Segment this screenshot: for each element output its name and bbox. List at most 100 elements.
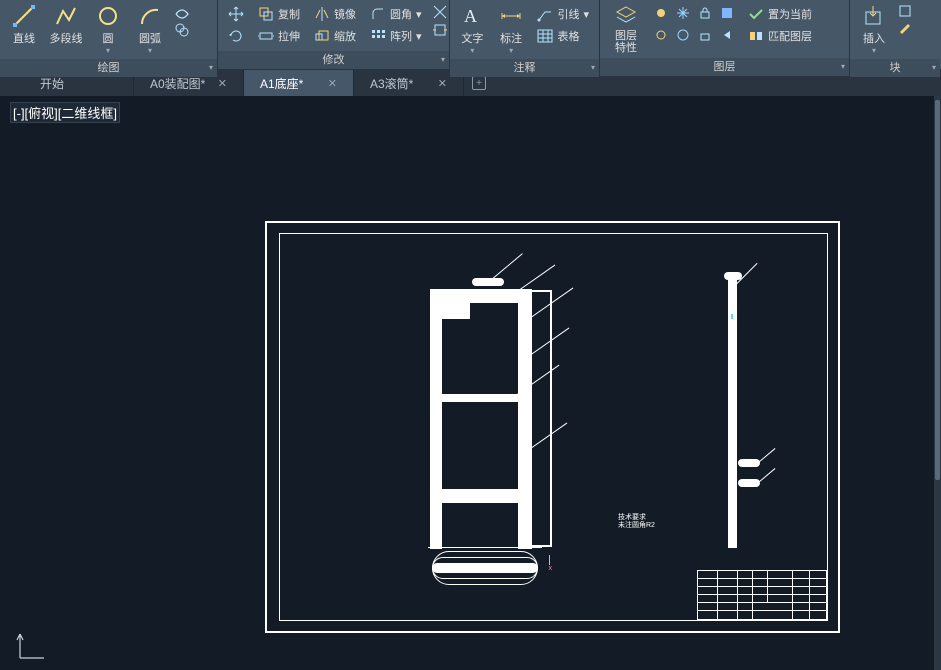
matchlayer-button[interactable]: 匹配图层 [744,26,816,46]
arc-button[interactable]: 圆弧 ▾ [130,2,170,57]
tab-a3[interactable]: A3滚筒*✕ [354,70,464,96]
mirror-icon [314,6,330,22]
circle-icon [96,4,120,28]
insert-block-icon [862,4,886,28]
ribbon-panel-block: 插入 ▾ 块 [850,0,940,69]
line-label: 直线 [13,30,35,46]
matchlayer-icon [748,28,764,44]
text-button[interactable]: A 文字 ▾ [454,2,491,57]
side-elevation [710,264,760,554]
layer-freeze-icon[interactable] [674,4,692,22]
copy-icon [258,6,274,22]
plus-icon: + [472,76,486,90]
hatch-icon[interactable] [174,22,190,38]
mirror-label: 镜像 [334,6,356,22]
copy-button[interactable]: 复制 [254,4,304,24]
ribbon-panel-draw: 直线 多段线 圆 ▾ 圆弧 ▾ 绘图 [0,0,218,69]
scale-button[interactable]: 缩放 [310,26,360,46]
setcurrent-icon [748,6,764,22]
dim-button[interactable]: 标注 ▾ [493,2,530,57]
array-button[interactable]: 阵列 ▾ [366,26,426,46]
fillet-button[interactable]: 圆角 ▾ [366,4,426,24]
layer-props-button[interactable]: 图层 特性 [604,2,648,56]
arc-icon [138,4,162,28]
drawing-canvas[interactable]: [-][俯视][二维线框] [0,96,934,670]
tab-a1[interactable]: A1底座* ✕ [244,70,354,96]
ucs-icon [12,626,52,666]
drawing-sheet: x 技术要求 未注圆角R2 [265,221,840,633]
close-icon[interactable]: ✕ [218,77,227,90]
rotate-button[interactable] [224,26,248,46]
drawing-inner-border: x 技术要求 未注圆角R2 [279,233,828,621]
tab-label: A1底座* [260,75,303,92]
tech-req-line: 未注圆角R2 [618,522,655,530]
panel-title-draw: 绘图 [0,59,217,77]
layer-off-icon[interactable] [652,4,670,22]
matchlayer-label: 匹配图层 [768,28,812,44]
line-button[interactable]: 直线 [4,2,44,48]
leader-button[interactable]: 引线 ▾ [533,4,593,24]
block-create-icon[interactable] [898,4,912,18]
close-icon[interactable]: ✕ [438,77,447,90]
plan-view: x [430,547,540,592]
array-icon [370,28,386,44]
dimension-icon [499,4,523,28]
tech-requirements: 技术要求 未注圆角R2 [618,514,655,531]
mirror-button[interactable]: 镜像 [310,4,360,24]
ribbon-panel-modify: 复制 拉伸 镜像 缩放 圆角 ▾ 阵列 ▾ 修改 [218,0,450,69]
ribbon-panel-layer: 图层 特性 置为当前 匹配图层 图层 [600,0,850,69]
move-button[interactable] [224,4,248,24]
dropdown-icon: ▾ [470,46,474,55]
panel-title-layer: 图层 [600,58,849,76]
close-icon[interactable]: ✕ [328,77,337,90]
dropdown-icon: ▾ [106,46,110,55]
ribbon-panel-annotate: A 文字 ▾ 标注 ▾ 引线 ▾ 表格 注释 [450,0,600,69]
layer-lock-icon[interactable] [696,4,714,22]
layer-prev-icon[interactable] [718,26,736,44]
insert-button[interactable]: 插入 ▾ [854,2,894,57]
layer-color-icon[interactable] [718,4,736,22]
vertical-scrollbar[interactable] [934,96,941,670]
stretch-button[interactable]: 拉伸 [254,26,304,46]
dropdown-icon: ▾ [509,46,513,55]
table-button[interactable]: 表格 [533,26,593,46]
ribbon-toolbar: 直线 多段线 圆 ▾ 圆弧 ▾ 绘图 [0,0,941,70]
layer-unlock-icon[interactable] [696,26,714,44]
dropdown-icon: ▾ [148,46,152,55]
tab-label: 开始 [40,75,64,92]
block-edit-icon[interactable] [898,20,912,34]
circle-button[interactable]: 圆 ▾ [88,2,128,57]
dim-label: 标注 [500,30,522,46]
polyline-button[interactable]: 多段线 [46,2,86,48]
insert-label: 插入 [863,30,885,46]
rectangle-icon[interactable] [174,4,190,20]
dropdown-icon: ▾ [416,30,422,43]
extend-icon[interactable] [432,22,448,38]
polyline-label: 多段线 [50,30,83,46]
layer-thaw-icon[interactable] [674,26,692,44]
array-label: 阵列 [390,28,412,44]
layer-props-label: 图层 特性 [615,30,637,54]
circle-label: 圆 [103,30,114,46]
dropdown-icon: ▾ [872,46,876,55]
dropdown-icon: ▾ [583,8,589,21]
setcurrent-button[interactable]: 置为当前 [744,4,816,24]
panel-title-modify: 修改 [218,51,449,69]
table-icon [537,28,553,44]
scale-icon [314,28,330,44]
fillet-icon [370,6,386,22]
text-label: 文字 [461,30,483,46]
scrollbar-thumb[interactable] [935,100,940,480]
panel-title-annotate: 注释 [450,59,599,77]
title-block [697,570,827,620]
line-icon [12,4,36,28]
trim-icon[interactable] [432,4,448,20]
svg-text:A: A [464,6,477,26]
stretch-icon [258,28,274,44]
panel-title-block: 块 [850,59,940,77]
layer-on-icon[interactable] [652,26,670,44]
layer-icon-grid [650,2,740,48]
viewport-label[interactable]: [-][俯视][二维线框] [10,102,120,123]
front-elevation [410,264,580,544]
stretch-label: 拉伸 [278,28,300,44]
